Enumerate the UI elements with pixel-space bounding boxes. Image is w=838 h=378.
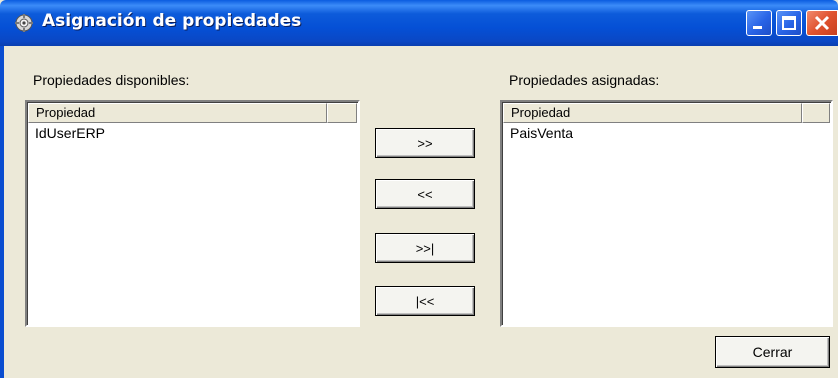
gear-icon (15, 14, 33, 32)
column-header-filler (327, 103, 357, 123)
minimize-icon (753, 26, 762, 29)
window-border (0, 46, 4, 378)
assigned-list-header: Propiedad (503, 103, 830, 123)
column-header-propiedad[interactable]: Propiedad (28, 103, 327, 123)
available-properties-label: Propiedades disponibles: (33, 72, 190, 88)
add-selected-label: >> (417, 135, 433, 151)
minimize-button[interactable] (746, 10, 772, 36)
remove-selected-label: << (417, 186, 433, 202)
remove-all-label: |<< (415, 293, 435, 309)
list-item[interactable]: IdUserERP (35, 125, 105, 141)
close-icon (814, 15, 830, 31)
assigned-properties-list[interactable]: Propiedad PaisVenta (500, 100, 833, 327)
close-window-button[interactable] (806, 10, 838, 36)
close-button[interactable]: Cerrar (715, 336, 830, 368)
properties-assignment-window: Asignación de propiedades Propiedades di… (0, 0, 838, 378)
remove-all-button[interactable]: |<< (375, 286, 475, 316)
remove-selected-button[interactable]: << (375, 179, 475, 209)
list-item[interactable]: PaisVenta (510, 125, 573, 141)
title-bar[interactable]: Asignación de propiedades (0, 0, 838, 46)
maximize-icon (782, 16, 796, 30)
add-selected-button[interactable]: >> (375, 128, 475, 158)
add-all-button[interactable]: >>| (375, 233, 475, 263)
available-properties-list[interactable]: Propiedad IdUserERP (25, 100, 360, 327)
column-header-filler (802, 103, 830, 123)
maximize-button[interactable] (776, 10, 802, 36)
close-button-label: Cerrar (752, 344, 793, 360)
available-list-header: Propiedad (28, 103, 357, 123)
column-header-propiedad[interactable]: Propiedad (503, 103, 802, 123)
window-title: Asignación de propiedades (42, 11, 302, 31)
add-all-label: >>| (415, 240, 435, 256)
assigned-properties-label: Propiedades asignadas: (509, 72, 660, 88)
